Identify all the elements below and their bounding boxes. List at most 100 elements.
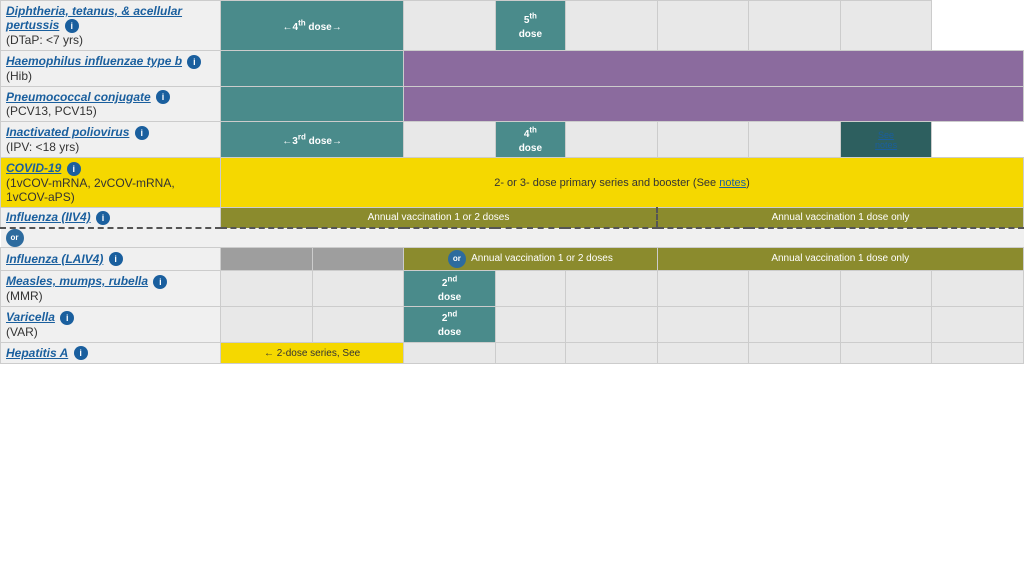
- iiv4-info-icon[interactable]: i: [96, 211, 110, 225]
- laiv4-info-icon[interactable]: i: [109, 252, 123, 266]
- covid-subtext: (1vCOV-mRNA, 2vCOV-mRNA, 1vCOV-aPS): [6, 176, 175, 204]
- ipv-dose4-text: 4thdose: [519, 129, 542, 154]
- var-empty5: [657, 306, 749, 342]
- var-empty2: [312, 306, 404, 342]
- dtap-link[interactable]: Diphtheria, tetanus, & acellular pertuss…: [6, 4, 182, 32]
- ipv-see-notes-text[interactable]: Seenotes: [875, 130, 897, 150]
- ipv-info-icon[interactable]: i: [135, 126, 149, 140]
- mmr-empty8: [932, 270, 1024, 306]
- mmr-link[interactable]: Measles, mumps, rubella: [6, 274, 148, 288]
- var-subtext: (VAR): [6, 325, 38, 339]
- mmr-empty2: [312, 270, 404, 306]
- dtap-empty2: [565, 1, 657, 51]
- covid-notes-link[interactable]: notes: [719, 177, 746, 189]
- var-empty8: [932, 306, 1024, 342]
- dtap-empty5: [840, 1, 932, 51]
- hepa-info-icon[interactable]: i: [74, 346, 88, 360]
- iiv4-annual-left: Annual vaccination 1 or 2 doses: [368, 212, 510, 223]
- var-empty1: [221, 306, 313, 342]
- vaccine-hib-cell: Haemophilus influenzae type b i (Hib): [1, 50, 221, 86]
- mmr-subtext: (MMR): [6, 289, 43, 303]
- hepa-empty3: [565, 342, 657, 364]
- or-badge: or: [6, 229, 24, 247]
- mmr-empty5: [657, 270, 749, 306]
- laiv4-annual-left: Annual vaccination 1 or 2 doses: [471, 253, 613, 264]
- pcv-teal-cell: [221, 86, 404, 122]
- ipv-dose3-text: ←3rd dose→: [282, 136, 342, 147]
- vaccine-mmr-cell: Measles, mumps, rubella i (MMR): [1, 270, 221, 306]
- mmr-empty7: [840, 270, 932, 306]
- vaccine-var-cell: Varicella i (VAR): [1, 306, 221, 342]
- vaccine-dtap-cell: Diphtheria, tetanus, & acellular pertuss…: [1, 1, 221, 51]
- vaccine-ipv-cell: Inactivated poliovirus i (IPV: <18 yrs): [1, 122, 221, 158]
- ipv-dose4-cell: 4thdose: [495, 122, 565, 158]
- hib-link[interactable]: Haemophilus influenzae type b: [6, 54, 182, 68]
- hepa-empty6: [840, 342, 932, 364]
- var-dose2-cell: 2nddose: [404, 306, 496, 342]
- iiv4-left-cell: Annual vaccination 1 or 2 doses: [221, 208, 658, 228]
- laiv4-left-cell: or Annual vaccination 1 or 2 doses: [404, 247, 657, 270]
- pcv-subtext: (PCV13, PCV15): [6, 104, 97, 118]
- covid-link[interactable]: COVID-19: [6, 161, 61, 175]
- mmr-dose2-text: 2nddose: [438, 278, 461, 303]
- laiv4-gray2: [312, 247, 404, 270]
- hepa-empty5: [749, 342, 841, 364]
- var-empty4: [565, 306, 657, 342]
- dtap-info-icon[interactable]: i: [65, 19, 79, 33]
- dtap-empty3: [657, 1, 749, 51]
- hepa-empty4: [657, 342, 749, 364]
- var-link[interactable]: Varicella: [6, 310, 55, 324]
- covid-fullspan-cell: 2- or 3- dose primary series and booster…: [221, 158, 1024, 208]
- hib-teal-cell: [221, 50, 404, 86]
- iiv4-link[interactable]: Influenza (IIV4): [6, 210, 91, 224]
- iiv4-annual-right: Annual vaccination 1 dose only: [772, 212, 910, 223]
- var-info-icon[interactable]: i: [60, 311, 74, 325]
- ipv-link[interactable]: Inactivated poliovirus: [6, 125, 129, 139]
- dtap-dose4-text: ←4th dose→: [283, 22, 342, 33]
- laiv4-link[interactable]: Influenza (LAIV4): [6, 252, 103, 266]
- hepa-empty7: [932, 342, 1024, 364]
- laiv4-right-cell: Annual vaccination 1 dose only: [657, 247, 1024, 270]
- var-empty6: [749, 306, 841, 342]
- mmr-dose2-cell: 2nddose: [404, 270, 496, 306]
- ipv-empty3: [657, 122, 749, 158]
- ipv-empty2: [565, 122, 657, 158]
- hib-info-icon[interactable]: i: [187, 55, 201, 69]
- hepa-link[interactable]: Hepatitis A: [6, 346, 68, 360]
- dtap-empty1: [404, 1, 496, 51]
- vaccine-iiv4-cell: Influenza (IIV4) i: [1, 208, 221, 228]
- pcv-info-icon[interactable]: i: [156, 90, 170, 104]
- var-empty3: [495, 306, 565, 342]
- laiv4-or-badge: or: [448, 250, 466, 268]
- ipv-dose3-cell: ←3rd dose→: [221, 122, 404, 158]
- vaccine-hepa-cell: Hepatitis A i: [1, 342, 221, 364]
- mmr-empty1: [221, 270, 313, 306]
- or-spacer: [221, 228, 1024, 248]
- mmr-empty3: [495, 270, 565, 306]
- ipv-empty1: [404, 122, 496, 158]
- dtap-dose5-text: 5thdose: [519, 15, 542, 40]
- hib-subtext: (Hib): [6, 69, 32, 83]
- vaccine-covid-cell: COVID-19 i (1vCOV-mRNA, 2vCOV-mRNA, 1vCO…: [1, 158, 221, 208]
- pcv-link[interactable]: Pneumococcal conjugate: [6, 90, 151, 104]
- dtap-subtext: (DTaP: <7 yrs): [6, 33, 83, 47]
- hepa-dose-text: ← 2-dose series, See: [264, 348, 360, 359]
- mmr-empty4: [565, 270, 657, 306]
- ipv-subtext: (IPV: <18 yrs): [6, 140, 79, 154]
- mmr-empty6: [749, 270, 841, 306]
- ipv-see-notes-cell: Seenotes: [840, 122, 932, 158]
- dtap-dose5-cell: 5thdose: [495, 1, 565, 51]
- ipv-empty4: [749, 122, 841, 158]
- hib-purple-cell: [404, 50, 1024, 86]
- covid-info-icon[interactable]: i: [67, 162, 81, 176]
- mmr-info-icon[interactable]: i: [153, 275, 167, 289]
- laiv4-annual-right: Annual vaccination 1 dose only: [771, 253, 909, 264]
- hepa-empty1: [404, 342, 496, 364]
- iiv4-right-cell: Annual vaccination 1 dose only: [657, 208, 1024, 228]
- var-dose2-text: 2nddose: [438, 313, 461, 338]
- vaccine-pcv-cell: Pneumococcal conjugate i (PCV13, PCV15): [1, 86, 221, 122]
- covid-description: 2- or 3- dose primary series and booster…: [494, 177, 750, 189]
- pcv-purple-cell: [404, 86, 1024, 122]
- hepa-dose-cell: ← 2-dose series, See: [221, 342, 404, 364]
- var-empty7: [840, 306, 932, 342]
